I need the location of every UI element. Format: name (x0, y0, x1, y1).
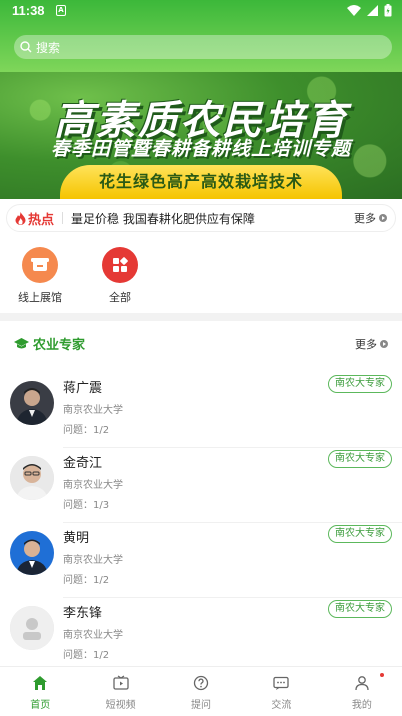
grid-icon (102, 247, 138, 283)
expert-item[interactable]: 黄明 南京农业大学 问题：1/2 南农大专家 (0, 523, 402, 598)
hot-news-inner: 热点 量足价稳 我国春耕化肥供应有保障 更多 (6, 204, 396, 232)
banner-ribbon: 花生绿色高产高效栽培技术 (60, 165, 342, 199)
expert-questions: 问题：1/2 (63, 650, 110, 661)
tab-mine[interactable]: 我的 (322, 667, 402, 716)
home-icon (33, 676, 48, 690)
sim-icon: A (56, 5, 66, 16)
experts-section: 农业专家 更多 蒋广震 南京农业大学 问题：1/2 南农大专家 金奇江 南京农业… (0, 321, 402, 666)
search-placeholder: 搜索 (36, 40, 61, 55)
tab-ask[interactable]: 提问 (161, 667, 241, 716)
expert-name: 蒋广震 (63, 381, 103, 396)
default-avatar-icon (10, 606, 54, 650)
banner-subtitle: 春季田管暨春耕备耕线上培训专题 (50, 138, 351, 160)
experts-more-label: 更多 (355, 338, 377, 351)
expert-badge: 南农大专家 (328, 525, 392, 543)
status-bar: 11:38 A (0, 0, 402, 22)
tab-label: 我的 (351, 700, 372, 711)
user-icon (355, 676, 369, 691)
expert-org: 南京农业大学 (63, 405, 123, 416)
expert-name: 黄明 (63, 531, 90, 546)
tab-exchange[interactable]: 交流 (241, 667, 321, 716)
question-icon (193, 675, 209, 691)
avatar (10, 531, 54, 575)
expert-org: 南京农业大学 (63, 630, 123, 641)
hot-more-label: 更多 (354, 212, 376, 225)
hot-tag: 热点 (15, 209, 54, 228)
expert-badge: 南农大专家 (328, 450, 392, 468)
avatar (10, 606, 54, 650)
hot-divider (62, 212, 64, 224)
hot-news-text[interactable]: 量足价稳 我国春耕化肥供应有保障 (71, 210, 354, 227)
hot-more-link[interactable]: 更多 (354, 210, 387, 226)
expert-badge: 南农大专家 (328, 600, 392, 618)
flame-icon (15, 211, 26, 225)
battery-icon (384, 4, 392, 17)
expert-questions: 问题：1/2 (63, 425, 110, 436)
chevron-right-icon (379, 214, 387, 222)
tab-label: 提问 (191, 700, 212, 711)
wifi-icon (347, 5, 361, 16)
search-input[interactable]: 搜索 (14, 35, 392, 59)
expert-questions: 问题：1/3 (63, 500, 110, 511)
experts-header: 农业专家 更多 (0, 321, 402, 365)
tab-label: 交流 (271, 700, 292, 711)
avatar (10, 456, 54, 500)
graduation-cap-icon (14, 337, 29, 348)
expert-org: 南京农业大学 (63, 555, 123, 566)
quick-all[interactable]: 全部 (90, 247, 150, 305)
avatar (10, 381, 54, 425)
expert-questions: 问题：1/2 (63, 575, 110, 586)
tab-short-video[interactable]: 短视频 (80, 667, 160, 716)
tab-home[interactable]: 首页 (0, 667, 80, 716)
notification-dot (380, 673, 385, 677)
status-time: 11:38 (12, 3, 45, 18)
store-icon (22, 247, 58, 283)
chevron-right-icon (380, 340, 388, 348)
quick-entries: 线上展馆 全部 (0, 237, 402, 313)
expert-name: 李东锋 (63, 606, 103, 621)
search-icon (20, 41, 32, 53)
app-header: 11:38 A 搜索 (0, 0, 402, 72)
quick-label: 线上展馆 (18, 291, 62, 304)
tab-label: 短视频 (105, 700, 136, 711)
expert-org: 南京农业大学 (63, 480, 123, 491)
expert-name: 金奇江 (63, 456, 103, 471)
experts-more-link[interactable]: 更多 (355, 336, 388, 352)
experts-title-label: 农业专家 (33, 338, 86, 353)
experts-title: 农业专家 (14, 334, 85, 353)
video-icon (112, 675, 129, 690)
hot-news-bar: 热点 量足价稳 我国春耕化肥供应有保障 更多 (0, 199, 402, 237)
chat-icon (273, 676, 290, 690)
expert-badge: 南农大专家 (328, 375, 392, 393)
tab-label: 首页 (30, 700, 51, 711)
promo-banner[interactable]: 高素质农民培育 春季田管暨春耕备耕线上培训专题 花生绿色高产高效栽培技术 (0, 72, 402, 199)
quick-label: 全部 (109, 291, 131, 304)
signal-icon (367, 5, 378, 16)
hot-tag-label: 热点 (28, 212, 55, 228)
quick-online-exhibition[interactable]: 线上展馆 (10, 247, 70, 305)
expert-item[interactable]: 蒋广震 南京农业大学 问题：1/2 南农大专家 (0, 373, 402, 448)
bottom-tab-bar: 首页 短视频 提问 交流 我的 (0, 666, 402, 716)
expert-item[interactable]: 金奇江 南京农业大学 问题：1/3 南农大专家 (0, 448, 402, 523)
expert-item[interactable]: 李东锋 南京农业大学 问题：1/2 南农大专家 (0, 598, 402, 673)
